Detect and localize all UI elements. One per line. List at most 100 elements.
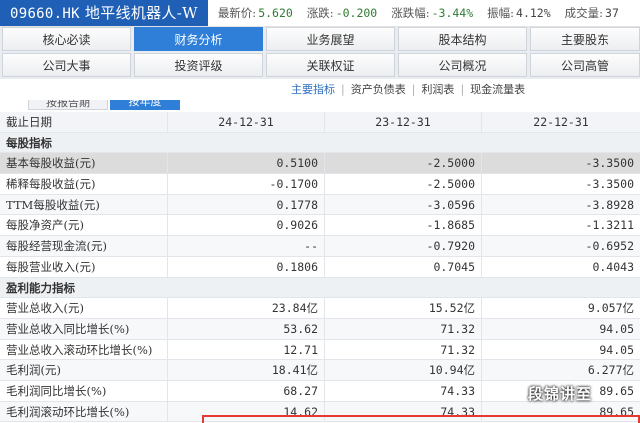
nav-business-outlook[interactable]: 业务展望 <box>266 27 395 51</box>
cell: -0.6952 <box>481 236 640 256</box>
table-row[interactable]: 每股经营现金流(元) -- -0.7920 -0.6952 <box>0 236 640 257</box>
latest-price-value: 5.620 <box>258 6 293 20</box>
sep: | <box>411 83 416 96</box>
cell: -2.5000 <box>324 174 481 194</box>
cell: 18.41亿 <box>167 360 324 380</box>
change-pct-label: 涨跌幅: <box>391 6 430 20</box>
link-income-statement[interactable]: 利润表 <box>421 83 454 96</box>
link-cash-flow[interactable]: 现金流量表 <box>470 83 525 96</box>
table-row[interactable]: 每股净资产(元) 0.9026 -1.8685 -1.3211 <box>0 215 640 237</box>
quote-bar: 09660.HK 地平线机器人-W 最新价: 5.620 涨跌: -0.200 … <box>0 0 640 27</box>
table-row[interactable]: 基本每股收益(元) 0.5100 -2.5000 -3.3500 <box>0 153 640 175</box>
cell: 0.5100 <box>167 153 324 174</box>
cell: 0.1806 <box>167 256 324 277</box>
cell: -3.3500 <box>481 174 640 194</box>
period-tabs: 按报告期 按年度 <box>0 100 640 112</box>
table-row[interactable]: 营业总收入(元) 23.84亿 15.52亿 9.057亿 <box>0 298 640 319</box>
section-nav: 核心必读 财务分析 业务展望 股本结构 主要股东 公司大事 投资评级 关联权证 … <box>0 27 640 79</box>
row-label: 每股净资产(元) <box>6 218 84 233</box>
table-header: 截止日期 24-12-31 23-12-31 22-12-31 <box>0 112 640 133</box>
table-row[interactable]: 毛利润(元) 18.41亿 10.94亿 6.277亿 <box>0 360 640 381</box>
row-label: 每股营业收入(元) <box>6 259 96 274</box>
stock-title: 09660.HK 地平线机器人-W <box>0 0 208 26</box>
report-sublinks: 主要指标 | 资产负债表 | 利润表 | 现金流量表 <box>0 80 640 100</box>
title-gap <box>207 0 218 26</box>
table-row[interactable]: 营业总收入同比增长(%) 53.62 71.32 94.05 <box>0 318 640 340</box>
empty-cell <box>324 133 481 153</box>
nav-major-shareholders[interactable]: 主要股东 <box>530 27 640 51</box>
financial-table: 截止日期 24-12-31 23-12-31 22-12-31 每股指标 基本每… <box>0 112 640 423</box>
cell: -3.8928 <box>481 194 640 215</box>
table-row[interactable]: 营业总收入滚动环比增长(%) 12.71 71.32 94.05 <box>0 339 640 361</box>
empty-cell <box>167 133 324 153</box>
section-title: 盈利能力指标 <box>6 280 75 295</box>
link-key-indicators[interactable]: 主要指标 <box>291 83 335 96</box>
empty-cell <box>167 278 324 298</box>
nav-share-structure[interactable]: 股本结构 <box>398 27 527 51</box>
row-label: 每股经营现金流(元) <box>6 239 107 254</box>
header-date-label: 截止日期 <box>6 115 52 129</box>
cell: 94.05 <box>481 339 640 360</box>
cell: 53.62 <box>167 318 324 339</box>
nav-core-reading[interactable]: 核心必读 <box>2 27 131 51</box>
cell: 71.32 <box>324 339 481 360</box>
table-row[interactable]: 稀释每股收益(元) -0.1700 -2.5000 -3.3500 <box>0 174 640 195</box>
section-title: 每股指标 <box>6 135 52 150</box>
change-value: -0.200 <box>335 6 378 20</box>
amplitude-value: 4.12% <box>516 6 551 20</box>
watermark: 段锦讲至 <box>528 385 593 403</box>
cell: 71.32 <box>324 318 481 339</box>
sep: | <box>341 83 345 96</box>
cell: -3.0596 <box>324 194 481 215</box>
nav-company-profile[interactable]: 公司概况 <box>398 53 527 77</box>
stock-code: 09660.HK <box>10 5 80 22</box>
cell: 12.71 <box>167 339 324 360</box>
row-label: 毛利润滚动环比增长(%) <box>6 404 130 419</box>
nav-related-warrants[interactable]: 关联权证 <box>266 53 395 77</box>
row-label: 稀释每股收益(元) <box>6 177 96 192</box>
cell: 0.7045 <box>324 256 481 277</box>
cell: 74.33 <box>324 380 481 401</box>
stock-name: 地平线机器人-W <box>84 3 198 22</box>
cell: -- <box>167 236 324 256</box>
table-row[interactable]: 每股营业收入(元) 0.1806 0.7045 0.4043 <box>0 256 640 278</box>
volume-value: 37 <box>605 6 619 20</box>
cell: -0.1700 <box>167 174 324 194</box>
cell: 23.84亿 <box>167 298 324 318</box>
nav-investment-rating[interactable]: 投资评级 <box>134 53 263 77</box>
cell: -1.8685 <box>324 215 481 236</box>
cell: 9.057亿 <box>481 298 640 318</box>
change-label: 涨跌: <box>306 6 334 20</box>
row-label: TTM每股收益(元) <box>6 197 100 212</box>
nav-executives[interactable]: 公司高管 <box>530 53 640 77</box>
empty-cell <box>481 278 640 298</box>
amplitude-label: 振幅: <box>487 6 515 20</box>
cell: -3.3500 <box>481 153 640 174</box>
cell: 94.05 <box>481 318 640 339</box>
row-label: 基本每股收益(元) <box>6 156 96 171</box>
section-header: 盈利能力指标 <box>0 277 640 299</box>
table-row[interactable]: TTM每股收益(元) 0.1778 -3.0596 -3.8928 <box>0 194 640 216</box>
cell: 15.52亿 <box>324 298 481 318</box>
empty-cell <box>324 278 481 298</box>
empty-cell <box>481 133 640 153</box>
header-col[interactable]: 24-12-31 <box>167 112 324 132</box>
row-label: 营业总收入滚动环比增长(%) <box>6 342 153 357</box>
latest-price-label: 最新价: <box>217 6 257 20</box>
row-label: 营业总收入(元) <box>6 301 84 316</box>
cell: -1.3211 <box>481 215 640 236</box>
cell: 0.4043 <box>481 256 640 277</box>
tab-by-report-period[interactable]: 按报告期 <box>28 100 108 110</box>
nav-financial-analysis[interactable]: 财务分析 <box>134 27 263 51</box>
sep: | <box>460 83 465 96</box>
cell: 10.94亿 <box>324 360 481 380</box>
tab-by-year[interactable]: 按年度 <box>110 100 180 110</box>
highlight-box <box>202 415 640 423</box>
header-col[interactable]: 23-12-31 <box>324 112 481 132</box>
cell: 0.1778 <box>167 194 324 215</box>
nav-company-events[interactable]: 公司大事 <box>2 53 131 77</box>
row-label: 毛利润同比增长(%) <box>6 383 107 398</box>
section-header: 每股指标 <box>0 132 640 154</box>
link-balance-sheet[interactable]: 资产负债表 <box>351 83 406 96</box>
header-col[interactable]: 22-12-31 <box>481 112 640 132</box>
